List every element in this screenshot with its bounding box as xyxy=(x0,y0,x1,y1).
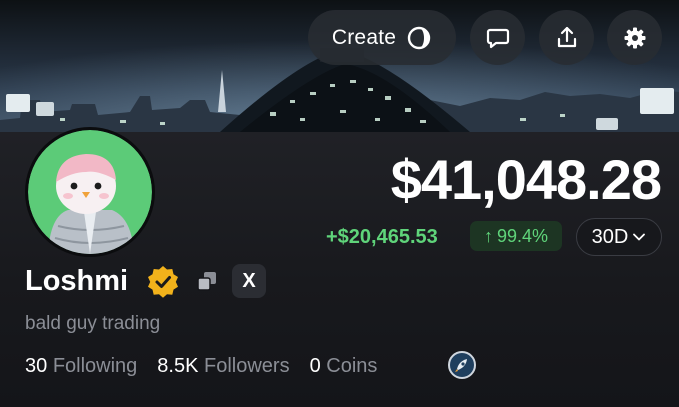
pnl-amount: +$20,465.53 xyxy=(326,226,438,248)
share-icon xyxy=(557,26,576,47)
username: Loshmi xyxy=(25,265,129,297)
x-social-button[interactable]: X xyxy=(232,264,266,298)
arrow-up-icon: ↑ xyxy=(483,225,493,246)
following-label: Following xyxy=(52,355,138,377)
profile-stats: 30 Following 8.5K Followers 0 Coins xyxy=(25,353,377,379)
settings-button[interactable] xyxy=(607,10,662,65)
avatar[interactable] xyxy=(25,127,155,257)
chevron-down-icon xyxy=(633,233,646,241)
coins-count: 0 xyxy=(309,355,321,377)
profile-bio: bald guy trading xyxy=(25,313,161,334)
pnl-percent-value: 99.4% xyxy=(496,225,549,246)
followers-label: Followers xyxy=(204,355,290,377)
create-icon xyxy=(407,26,431,49)
coins-label: Coins xyxy=(326,355,378,377)
coins-stat[interactable]: 0 Coins xyxy=(310,353,378,379)
portfolio-balance: $41,048.28 xyxy=(390,148,662,211)
followers-stat[interactable]: 8.5K Followers xyxy=(157,353,289,379)
coin-badge-icon[interactable] xyxy=(448,351,476,379)
pnl-percent-badge: ↑ 99.4% xyxy=(470,221,562,251)
gear-icon xyxy=(624,27,645,48)
penguin-avatar-image xyxy=(28,130,152,254)
create-button-label: Create xyxy=(331,25,397,49)
chat-button[interactable] xyxy=(470,10,525,65)
rocket-icon xyxy=(455,359,467,372)
following-count: 30 xyxy=(25,355,48,377)
chat-icon xyxy=(486,28,509,48)
followers-count: 8.5K xyxy=(157,355,199,377)
following-stat[interactable]: 30 Following xyxy=(25,353,137,379)
share-button[interactable] xyxy=(539,10,594,65)
period-selector[interactable]: 30D xyxy=(576,218,662,256)
x-icon: X xyxy=(242,269,256,292)
period-value: 30D xyxy=(591,225,629,248)
create-button[interactable]: Create xyxy=(308,10,456,65)
verified-badge-icon xyxy=(148,266,178,298)
copy-icon[interactable] xyxy=(196,270,218,292)
